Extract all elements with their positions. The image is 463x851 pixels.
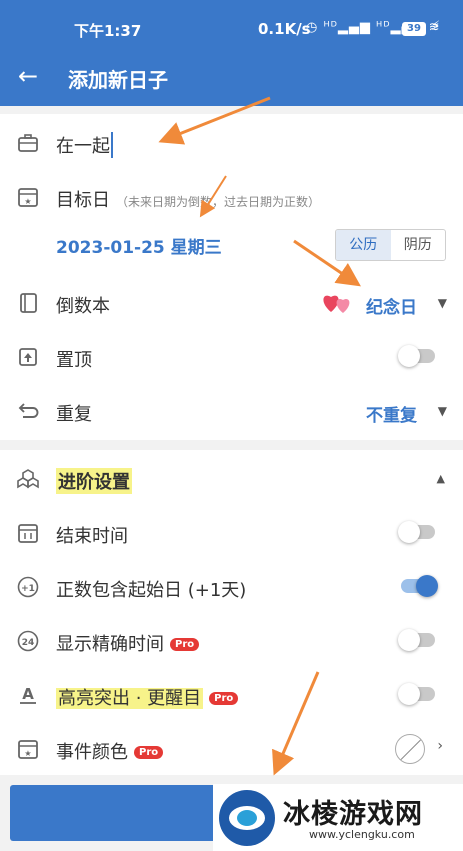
toggle-knob bbox=[416, 575, 438, 597]
briefcase-icon bbox=[17, 132, 39, 154]
highlight-label-text: 高亮突出 · 更醒目 bbox=[56, 688, 204, 709]
pin-top-label: 置顶 bbox=[56, 350, 92, 371]
include-start-toggle[interactable] bbox=[401, 575, 438, 597]
charging-icon: ⚡ bbox=[431, 19, 441, 34]
status-net-speed: 0.1K/s bbox=[258, 20, 311, 38]
battery-icon: 39 bbox=[402, 22, 426, 36]
event-color-label: 事件颜色 Pro bbox=[56, 738, 164, 764]
highlight-toggle[interactable] bbox=[398, 683, 435, 705]
precise-time-row: 24 显示精确时间 Pro bbox=[0, 614, 463, 668]
repeat-value: 不重复 bbox=[366, 406, 417, 426]
title-row[interactable]: 在一起 bbox=[0, 116, 463, 170]
back-arrow-icon[interactable]: ← bbox=[18, 62, 38, 90]
book-icon bbox=[17, 292, 39, 314]
cubes-icon bbox=[17, 468, 39, 490]
target-date-value[interactable]: 2023-01-25 星期三 bbox=[56, 233, 222, 258]
calendar-star-icon: ★ bbox=[17, 738, 39, 760]
watermark-url: www.yclengku.com bbox=[309, 828, 415, 841]
pin-top-icon bbox=[17, 346, 39, 368]
svg-text:24: 24 bbox=[22, 638, 35, 648]
toggle-knob bbox=[398, 683, 420, 705]
end-time-label: 结束时间 bbox=[56, 526, 128, 547]
pro-badge: Pro bbox=[209, 692, 239, 705]
plus-one-icon: +1 bbox=[17, 576, 39, 598]
advanced-settings-card: 进阶设置 ▲ 结束时间 +1 正数包含起始日 (+1天) 24 显示精确时间 Pr… bbox=[0, 450, 463, 775]
repeat-row[interactable]: 重复 不重复 ▼ bbox=[0, 384, 463, 438]
event-color-row[interactable]: ★ 事件颜色 Pro › bbox=[0, 722, 463, 776]
pin-top-row: 置顶 bbox=[0, 330, 463, 384]
watermark-name: 冰棱游戏网 bbox=[283, 799, 423, 830]
target-date-label-text: 目标日 bbox=[56, 190, 110, 211]
end-time-row: 结束时间 bbox=[0, 506, 463, 560]
include-start-label: 正数包含起始日 (+1天) bbox=[56, 580, 247, 601]
collapse-caret-icon[interactable]: ▲ bbox=[437, 472, 445, 485]
toggle-knob bbox=[398, 629, 420, 651]
repeat-dropdown-caret-icon: ▼ bbox=[437, 404, 447, 418]
watermark: 冰棱游戏网 www.yclengku.com bbox=[213, 784, 463, 851]
precise-time-toggle[interactable] bbox=[398, 629, 435, 651]
basic-settings-card: 在一起 ★ 目标日 （未来日期为倒数，过去日期为正数） 2023-01-25 星期… bbox=[0, 114, 463, 440]
clock-24-icon: 24 bbox=[17, 630, 39, 652]
chevron-right-icon: › bbox=[437, 738, 443, 754]
book-dropdown-caret-icon: ▼ bbox=[437, 296, 447, 310]
status-bar: 下午1:37 0.1K/s ◷ ᴴᴰ▂▄▆ ᴴᴰ▂▄▆ ≋ 39 ⚡ bbox=[0, 0, 463, 52]
toggle-knob bbox=[398, 345, 420, 367]
title-input[interactable]: 在一起 bbox=[56, 132, 113, 158]
watermark-logo-icon bbox=[219, 790, 275, 846]
advanced-header[interactable]: 进阶设置 ▲ bbox=[0, 452, 463, 506]
toggle-knob bbox=[398, 521, 420, 543]
precise-time-label: 显示精确时间 Pro bbox=[56, 630, 200, 656]
target-date-row: ★ 目标日 （未来日期为倒数，过去日期为正数） bbox=[0, 170, 463, 224]
pro-badge: Pro bbox=[170, 638, 200, 651]
hearts-icon bbox=[321, 288, 355, 320]
svg-text:★: ★ bbox=[24, 749, 31, 758]
repeat-label: 重复 bbox=[56, 404, 92, 425]
status-time: 下午1:37 bbox=[74, 22, 142, 40]
text-highlight-icon: A bbox=[17, 684, 39, 706]
page-title: 添加新日子 bbox=[68, 68, 168, 92]
book-label: 倒数本 bbox=[56, 296, 110, 317]
book-value: 纪念日 bbox=[366, 298, 417, 318]
calendar-type-toggle[interactable]: 公历 阴历 bbox=[335, 229, 446, 261]
svg-text:+1: +1 bbox=[21, 584, 35, 594]
pro-badge: Pro bbox=[134, 746, 164, 759]
end-time-toggle[interactable] bbox=[398, 521, 435, 543]
svg-text:A: A bbox=[22, 685, 34, 703]
calendar-star-icon: ★ bbox=[17, 186, 39, 208]
pin-top-toggle[interactable] bbox=[398, 345, 435, 367]
svg-text:★: ★ bbox=[24, 197, 31, 206]
advanced-header-label: 进阶设置 bbox=[56, 468, 132, 494]
target-date-label: 目标日 （未来日期为倒数，过去日期为正数） bbox=[56, 186, 320, 212]
calendar-end-icon bbox=[17, 522, 39, 544]
app-bar: ← 添加新日子 bbox=[0, 52, 463, 106]
repeat-icon bbox=[17, 400, 39, 422]
book-row[interactable]: 倒数本 纪念日 ▼ bbox=[0, 276, 463, 330]
highlight-row: A 高亮突出 · 更醒目 Pro bbox=[0, 668, 463, 722]
precise-time-label-text: 显示精确时间 bbox=[56, 634, 164, 655]
include-start-row: +1 正数包含起始日 (+1天) bbox=[0, 560, 463, 614]
highlight-label: 高亮突出 · 更醒目 Pro bbox=[56, 684, 239, 710]
target-date-hint: （未来日期为倒数，过去日期为正数） bbox=[116, 195, 321, 209]
event-color-label-text: 事件颜色 bbox=[56, 742, 128, 763]
calendar-option-lunar[interactable]: 阴历 bbox=[391, 230, 446, 260]
calendar-option-solar[interactable]: 公历 bbox=[336, 230, 391, 260]
color-picker-swatch[interactable] bbox=[395, 734, 425, 764]
